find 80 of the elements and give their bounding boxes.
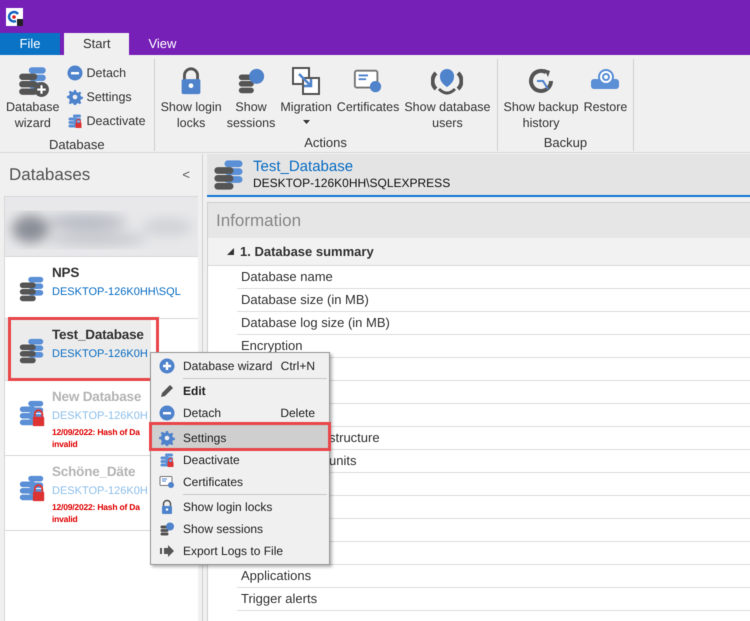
database-name: NPS [52, 265, 80, 282]
ribbon-button[interactable]: Restore [582, 59, 630, 115]
property-label: Database name [240, 268, 333, 286]
menu-item[interactable]: Settings [151, 424, 329, 449]
ribbon-button[interactable]: Migration [278, 59, 334, 125]
ribbon-small-button[interactable]: Detach [62, 61, 150, 85]
menu-label: Edit [183, 383, 206, 400]
menu-label: Deactivate [183, 452, 240, 469]
error-message: 12/09/2022: Hash of Da invalid [52, 426, 140, 450]
menu-label: Show login locks [183, 499, 272, 516]
database-name: Schöne_Däte [52, 464, 136, 481]
server-name: DESKTOP-126K0H [52, 484, 148, 499]
menu-item[interactable]: Detach Delete [151, 402, 329, 424]
menu-label: Show sessions [183, 521, 264, 538]
database-lock-icon [66, 113, 83, 129]
database-lock-icon [17, 398, 47, 428]
menu-label: Certificates [183, 474, 244, 491]
ribbon-button[interactable]: Show database users [402, 59, 493, 131]
menu-item[interactable]: Show sessions [151, 518, 329, 540]
database-lock-icon [159, 452, 175, 468]
database-user-icon [236, 66, 266, 96]
menu-label: Detach [183, 405, 222, 422]
property-label: structure [328, 429, 380, 448]
lock-icon [159, 499, 175, 515]
database-name: New Database [52, 389, 142, 406]
property-label: Database size (in MB) [240, 291, 369, 310]
database-lock-icon [17, 473, 47, 503]
minus-circle-icon [66, 65, 83, 81]
caret-icon [302, 119, 310, 125]
settings-icon [66, 89, 83, 105]
minus-circle-icon [159, 405, 175, 421]
server-name: DESKTOP-126K0H [52, 348, 148, 362]
ribbon-button[interactable]: Certificates [334, 59, 402, 115]
property-label: Applications [240, 567, 312, 586]
group-label: Backup [544, 134, 588, 152]
ribbon-button[interactable]: Database wizard [4, 59, 62, 131]
property-label: Database log size (in MB) [240, 314, 390, 332]
property-label: Encryption [240, 337, 302, 356]
menu-item[interactable]: Deactivate [151, 449, 329, 471]
menu-item[interactable]: Export Logs to File [151, 540, 329, 562]
ribbon-small-button[interactable]: Settings [62, 85, 150, 109]
certificate-icon [159, 474, 175, 490]
migration-icon [290, 65, 322, 97]
menu-label: Settings [183, 430, 226, 447]
shortcut-label: Ctrl+N [280, 358, 315, 375]
menu-item[interactable]: Edit [151, 377, 329, 402]
expander-icon [227, 248, 234, 255]
collapse-button[interactable]: < [182, 165, 190, 185]
settings-icon [159, 430, 175, 446]
ribbon-button[interactable]: Show sessions [224, 59, 278, 131]
app-logo-icon [6, 8, 23, 26]
pencil-icon [159, 383, 175, 399]
error-message: 12/09/2022: Hash of Da invalid [52, 500, 140, 525]
server-name: DESKTOP-126K0HH\SQLEXPRESS [253, 176, 450, 192]
database-name: Test_Database [52, 327, 144, 344]
section-title: Information [216, 210, 302, 232]
property-label: Trigger alerts [240, 590, 318, 608]
server-name: DESKTOP-126K0HH\SQL [52, 286, 181, 300]
export-icon [159, 543, 175, 559]
ribbon-button[interactable]: Show backup history [502, 59, 581, 131]
group-label: Database [48, 136, 105, 154]
database-title: Test_Database [253, 158, 354, 176]
menu-item[interactable]: Show login locks [151, 493, 329, 518]
server-name: DESKTOP-126K0H [52, 410, 148, 424]
property-label: units [328, 452, 356, 470]
menu-item[interactable]: Certificates [151, 471, 329, 493]
ribbon-tab[interactable]: View [129, 33, 196, 55]
ribbon-tab[interactable]: File [0, 33, 60, 55]
menu-label: Export Logs to File [183, 543, 284, 560]
ribbon-small-button[interactable]: Deactivate [62, 109, 150, 133]
panel-title: Databases [9, 164, 90, 186]
plus-circle-icon [159, 358, 175, 374]
menu-item[interactable]: Database wizard Ctrl+N [151, 355, 329, 377]
menu-label: Database wizard [183, 358, 272, 375]
ribbon-button[interactable]: Show login locks [158, 59, 224, 131]
ribbon-tab[interactable]: Start [64, 33, 130, 55]
group-label: Actions [304, 134, 347, 152]
group-header[interactable]: 1. Database summary [208, 238, 750, 266]
shortcut-label: Delete [279, 405, 315, 422]
database-user-icon [159, 521, 175, 537]
